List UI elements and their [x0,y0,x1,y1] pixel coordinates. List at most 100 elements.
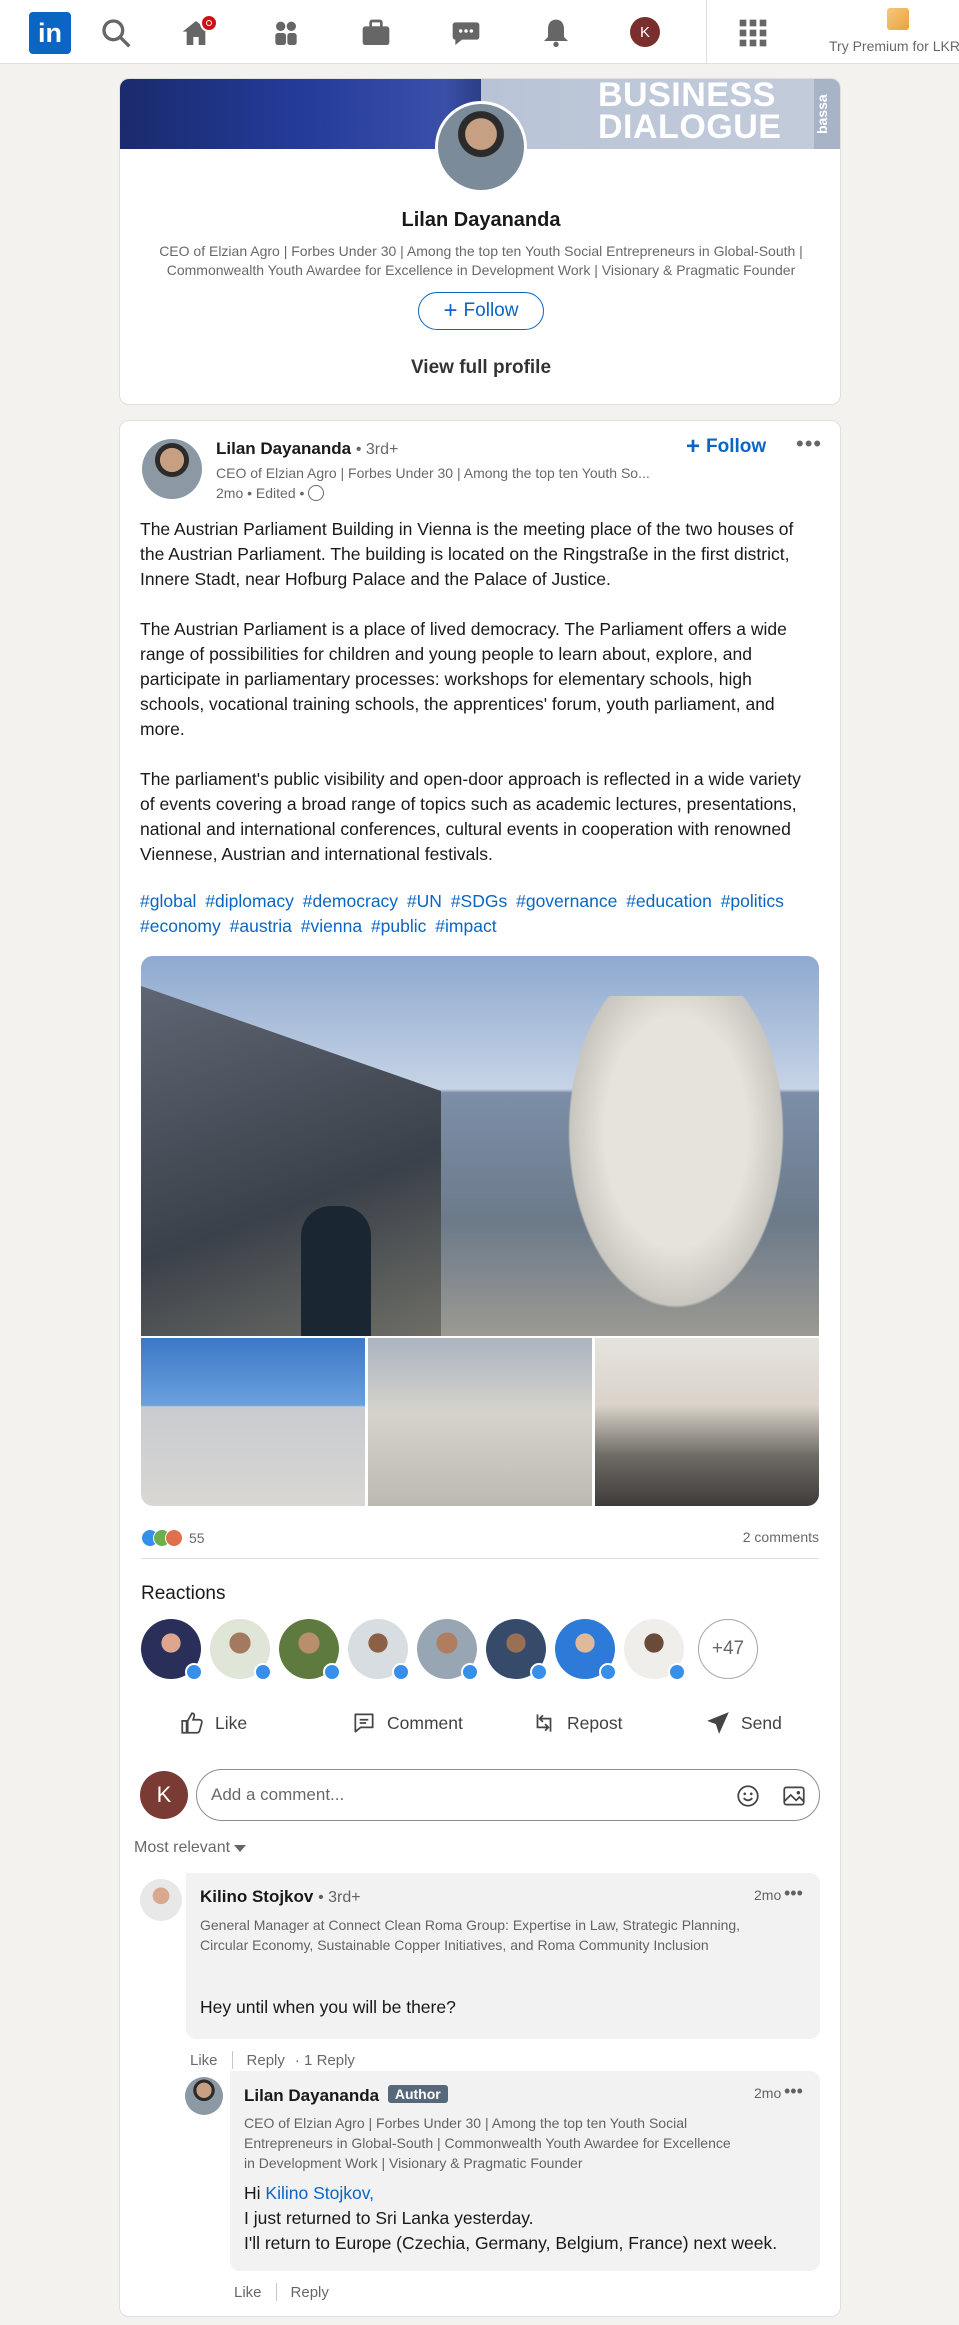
comment-more-icon[interactable]: ••• [784,1883,803,1904]
send-label: Send [741,1712,782,1733]
caret-down-icon [234,1844,247,1852]
notifications-icon[interactable] [540,17,572,49]
apps-grid-icon[interactable] [737,17,769,49]
comment-text: Hi Kilino Stojkov, I just returned to Sr… [244,2181,804,2256]
linkedin-logo[interactable]: in [29,12,71,54]
profile-follow-button[interactable]: + Follow [418,292,544,330]
comment-input[interactable]: Add a comment... [196,1769,820,1821]
profile-avatar[interactable] [435,101,527,193]
comment-bubble: Kilino Stojkov • 3rd+ 2mo ••• General Ma… [186,1873,820,2039]
comment-reply-button[interactable]: Reply [291,2284,329,2301]
reactions-title: Reactions [141,1583,226,1604]
reactor-avatar[interactable] [210,1619,272,1681]
comment-line: I'll return to Europe (Czechia, Germany,… [244,2233,778,2253]
reaction-count: 55 [189,1530,205,1546]
post-author-name[interactable]: Lilan Dayananda • 3rd+ [216,439,398,459]
comment-greeting: Hi [244,2183,261,2203]
hashtag-link[interactable]: #impact [435,916,496,936]
post-photo-thumb[interactable] [595,1338,819,1506]
follow-label: Follow [463,300,519,321]
hashtag-list: #global #diplomacy #democracy #UN #SDGs … [140,889,820,939]
like-icon [668,1663,686,1681]
like-label: Like [215,1712,248,1733]
commenter-name-text[interactable]: Kilino Stojkov [200,1887,313,1906]
post-body: The Austrian Parliament Building in Vien… [140,517,820,892]
like-button[interactable]: Like [179,1703,247,1743]
comment-more-icon[interactable]: ••• [784,2081,803,2102]
like-icon [530,1663,548,1681]
reactor-avatar[interactable] [555,1619,617,1681]
reactor-avatar[interactable] [279,1619,341,1681]
cover-text: BUSINESS DIALOGUE [598,78,782,146]
commenter-name-text[interactable]: Lilan Dayananda [244,2086,379,2105]
commenter-name[interactable]: Lilan Dayananda Author [244,2085,448,2106]
person [301,1206,371,1336]
hashtag-link[interactable]: #politics [721,891,784,911]
reactor-avatar[interactable] [348,1619,410,1681]
hashtag-link[interactable]: #SDGs [451,891,507,911]
author-badge: Author [387,2085,448,2103]
comment-actions: Like Reply · 1 Reply [190,2051,355,2069]
reactor-avatar[interactable] [486,1619,548,1681]
hashtag-link[interactable]: #UN [407,891,442,911]
post-paragraph: The parliament's public visibility and o… [140,769,801,864]
hashtag-link[interactable]: #education [626,891,712,911]
profile-name[interactable]: Lilan Dayananda [120,209,840,232]
top-nav: in K Try Premium for LKR [0,0,959,64]
plus-icon: + [443,297,458,324]
image-icon[interactable] [781,1783,807,1809]
hashtag-link[interactable]: #democracy [303,891,398,911]
search-icon[interactable] [100,17,132,49]
commenter-avatar[interactable] [140,1879,182,1921]
hashtag-link[interactable]: #governance [516,891,617,911]
reactor-avatar[interactable] [624,1619,686,1681]
me-avatar[interactable]: K [630,17,660,47]
mention-link[interactable]: Kilino Stojkov, [265,2183,374,2203]
post-author-name-text[interactable]: Lilan Dayananda [216,439,351,458]
hashtag-link[interactable]: #diplomacy [205,891,294,911]
hashtag-link[interactable]: #global [140,891,196,911]
repost-label: Repost [567,1712,623,1733]
view-full-profile-link[interactable]: View full profile [120,357,840,379]
reactor-avatar[interactable] [417,1619,479,1681]
sort-dropdown[interactable]: Most relevant [134,1839,247,1857]
comment-reply-button[interactable]: Reply [247,2052,285,2069]
reaction-summary[interactable]: 55 [141,1529,205,1547]
hashtag-link[interactable]: #economy [140,916,221,936]
divider [275,2283,277,2301]
hashtag-link[interactable]: #public [371,916,426,936]
post-author-avatar[interactable] [142,439,202,499]
post-follow-button[interactable]: + Follow [686,435,766,459]
reactor-avatar[interactable] [141,1619,203,1681]
comments-count-link[interactable]: 2 comments [743,1529,819,1545]
commenter-avatar[interactable] [185,2077,223,2115]
hashtag-link[interactable]: #vienna [301,916,362,936]
connection-degree: • 3rd+ [318,1889,361,1906]
post-photo-thumb[interactable] [368,1338,592,1506]
post-photo-thumb[interactable] [141,1338,365,1506]
reply-count[interactable]: · 1 Reply [295,2052,355,2069]
comment-button[interactable]: Comment [351,1703,463,1743]
emoji-icon[interactable] [735,1783,761,1809]
more-reactors-button[interactable]: +47 [698,1619,758,1679]
send-button[interactable]: Send [705,1703,782,1743]
comment-time: 2mo [754,1887,782,1903]
try-premium-link[interactable]: Try Premium for LKR [829,38,959,54]
repost-icon [536,1714,552,1732]
comment-text: Hey until when you will be there? [200,1997,456,2017]
comment-like-button[interactable]: Like [234,2284,262,2301]
reaction-icons [141,1529,183,1547]
like-icon [461,1663,479,1681]
commenter-name[interactable]: Kilino Stojkov • 3rd+ [200,1887,361,1907]
parliament-building [141,986,441,1336]
hashtag-link[interactable]: #austria [230,916,292,936]
jobs-icon[interactable] [360,17,392,49]
more-options-icon[interactable]: ••• [796,431,822,457]
repost-button[interactable]: Repost [531,1703,622,1743]
my-network-icon[interactable] [270,17,302,49]
premium-icon[interactable] [887,8,909,30]
messaging-icon[interactable] [450,17,482,49]
post-photo-main[interactable] [141,956,819,1336]
comment-like-button[interactable]: Like [190,2052,218,2069]
post-paragraph: The Austrian Parliament is a place of li… [140,619,787,739]
